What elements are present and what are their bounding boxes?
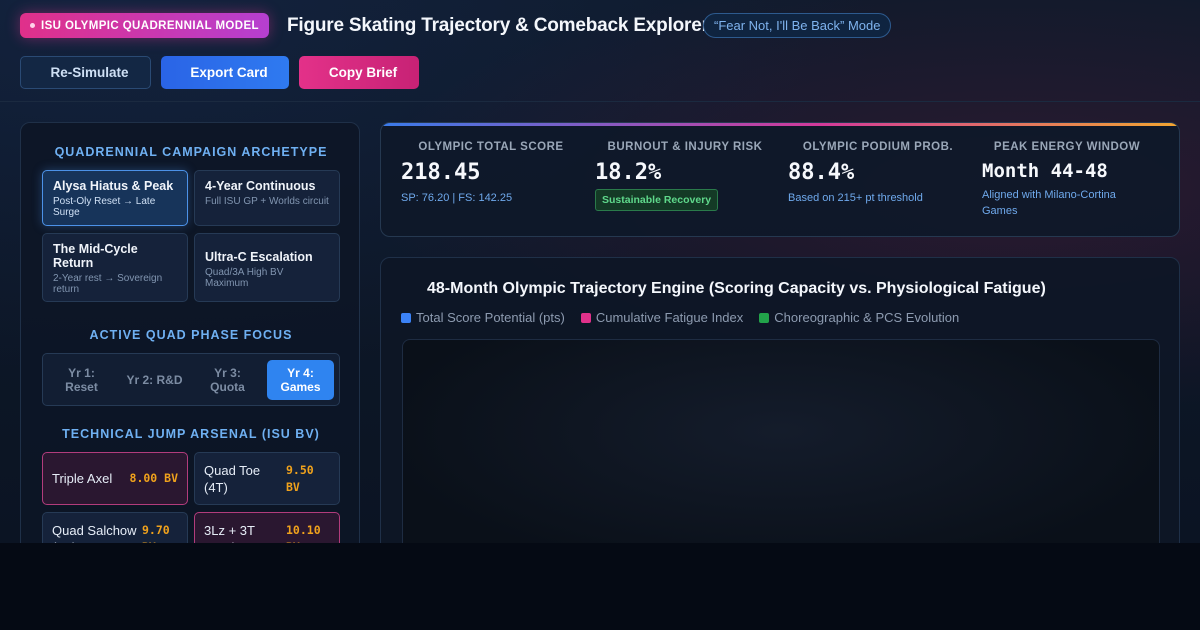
copy-label: Copy Brief	[328, 65, 398, 80]
jump-card-quad-salchow[interactable]: Quad Salchow (4S) 9.70 BV	[42, 512, 188, 543]
archetype-sub: 2-Year rest → Sovereign return	[53, 273, 163, 295]
archetype-sub: Quad/3A High BV Maximum	[205, 267, 284, 289]
phase-yr1[interactable]: Yr 1: Reset	[48, 360, 115, 400]
resimulate-button[interactable]: Re-Simulate	[20, 56, 151, 89]
status-badge: Sustainable Recovery	[595, 189, 719, 211]
brand-label: ISU OLYMPIC QUADRENNIAL MODEL	[41, 19, 259, 32]
kpi-value: Month 44-48	[982, 160, 1108, 182]
app-header: ISU OLYMPIC QUADRENNIAL MODEL Figure Ska…	[0, 0, 1200, 102]
kpi-total-score: OLYMPIC TOTAL SCORE 218.45 SP: 76.20 | F…	[401, 141, 581, 206]
phase-selector: Yr 1: Reset Yr 2: R&D Yr 3: Quota Yr 4: Gam…	[42, 353, 340, 406]
jump-name: Quad Salchow (4S)	[52, 523, 137, 543]
kpi-podium-prob: OLYMPIC PODIUM PROB. 88.4% Based on 215+…	[788, 141, 968, 206]
kpi-value: 88.4%	[788, 160, 855, 185]
mode-badge[interactable]: “Fear Not, I'll Be Back” Mode	[703, 13, 892, 38]
phase-label: Games	[280, 380, 321, 394]
trajectory-chart-panel: 48-Month Olympic Trajectory Engine (Scor…	[380, 257, 1180, 543]
chart-plot-area[interactable]	[402, 339, 1160, 543]
archetype-card-ultra-c[interactable]: Ultra-C Escalation Quad/3A High BV Maxim…	[194, 233, 340, 302]
page-title: Figure Skating Trajectory & Comeback Exp…	[287, 15, 709, 36]
archetype-card-continuous[interactable]: 4-Year Continuous Full ISU GP + Worlds c…	[194, 170, 340, 226]
control-sidebar: QUADRENNIAL CAMPAIGN ARCHETYPE Alysa Hia…	[20, 122, 360, 543]
phase-label: Yr 3:	[214, 366, 241, 380]
kpi-label: BURNOUT & INJURY RISK	[607, 141, 763, 153]
kpi-label: OLYMPIC TOTAL SCORE	[418, 141, 564, 153]
jump-card-triple-axel[interactable]: Triple Axel 8.00 BV	[42, 452, 188, 505]
gradient-accent-bar	[381, 123, 1179, 126]
legend-item-pcs[interactable]: Choreographic & PCS Evolution	[759, 310, 959, 325]
kpi-label: PEAK ENERGY WINDOW	[993, 141, 1141, 153]
kpi-sub: SP: 76.20 | FS: 142.25	[401, 192, 513, 204]
export-card-button[interactable]: Export Card	[161, 56, 289, 89]
phase-label: Reset	[65, 380, 98, 394]
legend-item-fatigue[interactable]: Cumulative Fatigue Index	[580, 310, 744, 325]
kpi-sub: Aligned with Milano-Cortina Games	[982, 189, 1116, 217]
archetype-card-hiatus[interactable]: Alysa Hiatus & Peak Post-Oly Reset → Lat…	[42, 170, 188, 226]
copy-brief-button[interactable]: Copy Brief	[299, 56, 419, 89]
jump-name: Quad Toe (4T)	[204, 462, 261, 495]
jump-bv: 9.50 BV	[286, 462, 314, 494]
jump-card-lutz-toe-combo[interactable]: 3Lz + 3T Combo 10.10 BV	[194, 512, 340, 543]
legend-item-score[interactable]: Total Score Potential (pts)	[401, 310, 565, 325]
phase-yr3[interactable]: Yr 3: Quota	[194, 360, 261, 400]
phase-label: Quota	[210, 380, 245, 394]
phase-label: Yr 2: R&D	[126, 373, 183, 387]
phase-label: Yr 1:	[68, 366, 95, 380]
unrendered-region	[0, 543, 1200, 630]
legend-swatch	[759, 312, 770, 323]
chart-title: 48-Month Olympic Trajectory Engine (Scor…	[427, 280, 1046, 297]
archetype-title: Ultra-C Escalation	[205, 250, 313, 264]
phase-section-title: ACTIVE QUAD PHASE FOCUS	[89, 328, 293, 342]
kpi-label: OLYMPIC PODIUM PROB.	[802, 141, 954, 153]
kpi-burnout-risk: BURNOUT & INJURY RISK 18.2% Sustainable …	[595, 141, 775, 211]
brand-badge: ISU OLYMPIC QUADRENNIAL MODEL	[20, 13, 269, 38]
phase-yr2[interactable]: Yr 2: R&D	[121, 360, 188, 400]
kpi-value: 18.2%	[595, 160, 662, 185]
jump-bv: 9.70 BV	[142, 523, 170, 543]
kpi-value: 218.45	[401, 160, 481, 185]
archetype-title: 4-Year Continuous	[205, 179, 316, 193]
jump-name: Triple Axel	[52, 471, 113, 486]
legend-swatch	[580, 312, 591, 323]
jump-name: 3Lz + 3T Combo	[204, 523, 255, 543]
archetype-section-title: QUADRENNIAL CAMPAIGN ARCHETYPE	[54, 145, 328, 159]
legend-label: Total Score Potential (pts)	[416, 310, 565, 325]
archetype-card-mid-cycle[interactable]: The Mid-Cycle Return 2-Year rest → Sover…	[42, 233, 188, 302]
legend-label: Choreographic & PCS Evolution	[774, 310, 960, 325]
archetype-title: Alysa Hiatus & Peak	[53, 179, 174, 193]
archetype-sub: Full ISU GP + Worlds circuit	[205, 196, 329, 207]
export-label: Export Card	[190, 65, 268, 80]
phase-yr4[interactable]: Yr 4: Games	[267, 360, 334, 400]
jumps-section-title: TECHNICAL JUMP ARSENAL (ISU BV)	[62, 427, 320, 441]
brand-dot-icon	[30, 23, 35, 28]
kpi-peak-window: PEAK ENERGY WINDOW Month 44-48 Aligned w…	[982, 141, 1152, 219]
jump-card-quad-toe[interactable]: Quad Toe (4T) 9.50 BV	[194, 452, 340, 505]
kpi-sub: Based on 215+ pt threshold	[788, 192, 923, 204]
chart-legend: Total Score Potential (pts) Cumulative F…	[401, 310, 959, 325]
phase-label: Yr 4:	[287, 366, 314, 380]
legend-label: Cumulative Fatigue Index	[595, 310, 744, 325]
archetype-sub: Post-Oly Reset → Late Surge	[53, 196, 156, 218]
resimulate-label: Re-Simulate	[50, 65, 129, 80]
app-frame: ISU OLYMPIC QUADRENNIAL MODEL Figure Ska…	[0, 0, 1200, 543]
kpi-panel: OLYMPIC TOTAL SCORE 218.45 SP: 76.20 | F…	[380, 122, 1180, 237]
archetype-title: The Mid-Cycle Return	[53, 242, 138, 270]
legend-swatch	[401, 312, 411, 323]
jump-bv: 10.10 BV	[286, 523, 321, 543]
jump-bv: 8.00 BV	[129, 471, 178, 485]
